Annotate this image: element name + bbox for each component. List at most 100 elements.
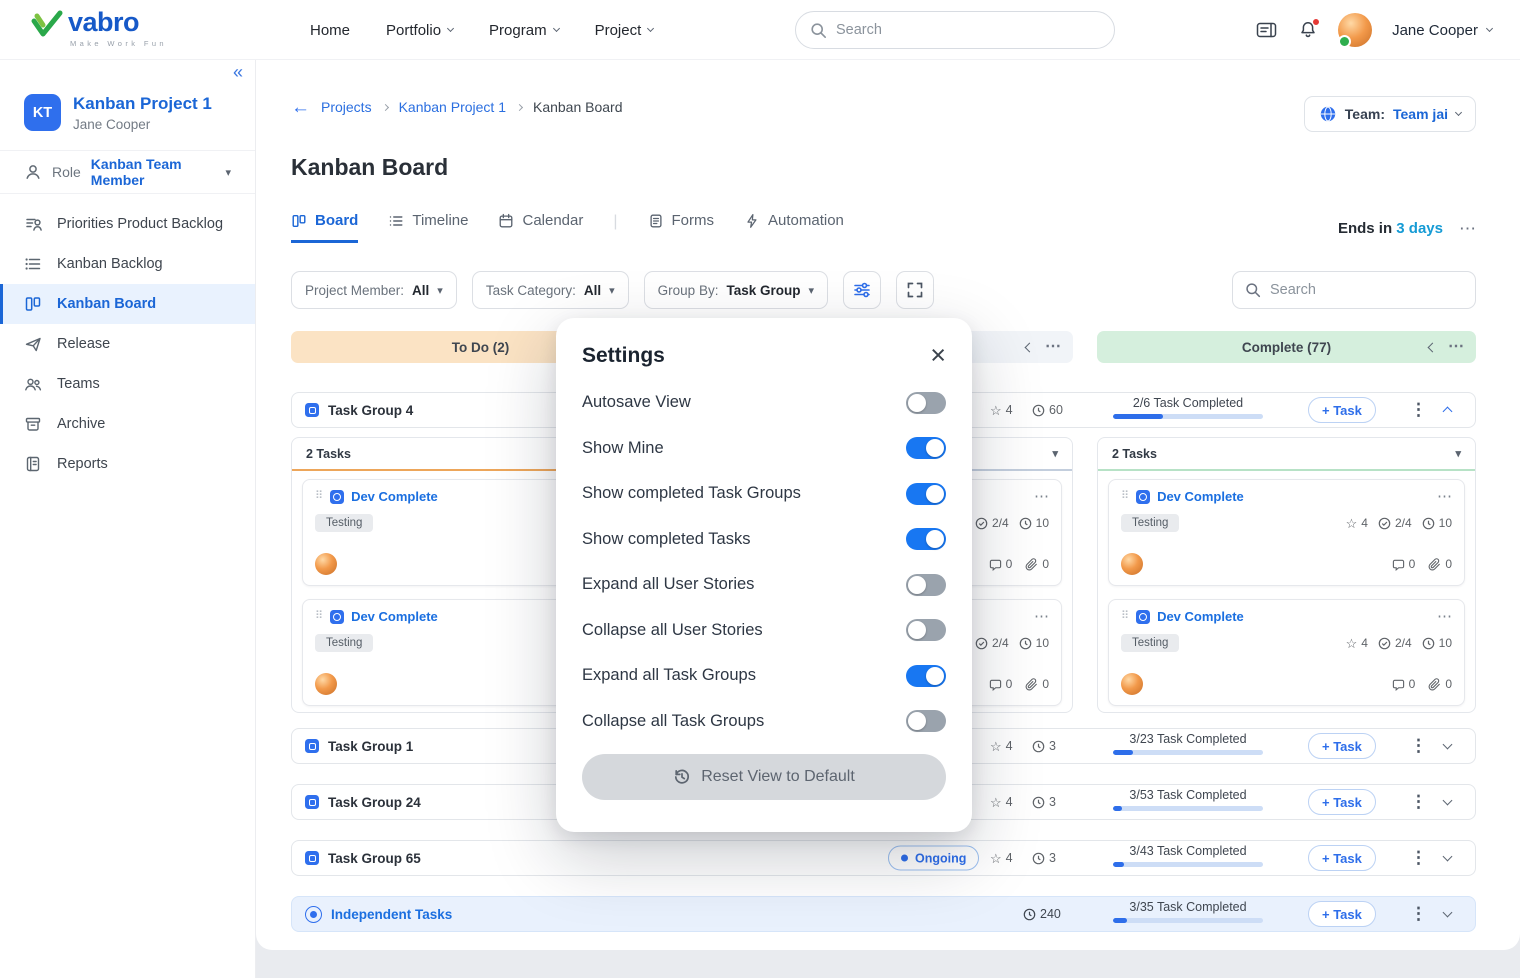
task-title-link[interactable]: Dev Complete	[351, 609, 438, 624]
group-time: 240	[1023, 907, 1061, 921]
option-autosave-view: Autosave View	[582, 380, 946, 426]
toggle-expand-all-user-stories[interactable]	[906, 574, 946, 596]
sidebar-item-archive[interactable]: Archive	[0, 404, 255, 444]
group-menu-icon[interactable]: ⋮	[1410, 400, 1427, 420]
fullscreen-button[interactable]	[896, 271, 934, 309]
toggle-show-mine[interactable]	[906, 437, 946, 459]
board-search-input[interactable]	[1270, 282, 1463, 298]
project-member-filter[interactable]: Project Member: All ▾	[291, 271, 457, 309]
tabs-divider: |	[613, 213, 617, 231]
role-selector[interactable]: Role Kanban Team Member ▾	[0, 150, 255, 194]
task-tag: Testing	[315, 634, 373, 652]
nav-project[interactable]: Project	[595, 22, 654, 39]
breadcrumb-project[interactable]: Kanban Project 1	[399, 99, 506, 115]
news-icon[interactable]	[1255, 20, 1278, 40]
add-task-button[interactable]: + Task	[1308, 845, 1376, 871]
tab-timeline[interactable]: Timeline	[388, 212, 468, 240]
global-search[interactable]	[795, 11, 1115, 49]
group-rating: ☆4	[990, 739, 1013, 753]
back-arrow-icon[interactable]: ←	[291, 98, 310, 117]
caret-down-icon[interactable]: ▾	[1455, 447, 1461, 460]
toggle-show-completed-tasks[interactable]	[906, 528, 946, 550]
group-progress: 3/53 Task Completed	[1109, 788, 1267, 811]
nav-program[interactable]: Program	[489, 22, 559, 39]
add-task-button[interactable]: + Task	[1308, 901, 1376, 927]
board-search[interactable]	[1232, 271, 1476, 309]
group-menu-icon[interactable]: ⋮	[1410, 904, 1427, 924]
sidebar-item-kanban-board[interactable]: Kanban Board	[0, 284, 255, 324]
release-icon	[24, 335, 42, 353]
option-show-mine: Show Mine	[582, 426, 946, 472]
caret-down-icon[interactable]: ▾	[1052, 447, 1058, 460]
nav-home[interactable]: Home	[310, 22, 350, 39]
task-type-icon	[1136, 610, 1150, 624]
add-task-button[interactable]: + Task	[1308, 789, 1376, 815]
group-menu-icon[interactable]: ⋮	[1410, 848, 1427, 868]
close-icon[interactable]: ×	[930, 345, 946, 367]
group-menu-icon[interactable]: ⋮	[1410, 792, 1427, 812]
breadcrumb-projects[interactable]: Projects	[321, 99, 372, 115]
project-owner: Jane Cooper	[73, 117, 212, 132]
card-menu-icon[interactable]: ⋯	[1437, 489, 1452, 504]
expand-group-icon[interactable]	[1444, 800, 1451, 804]
add-task-button[interactable]: + Task	[1308, 397, 1376, 423]
board-options-menu-icon[interactable]: ⋯	[1459, 220, 1476, 237]
task-card[interactable]: ⠿ Dev Complete ⋯ Testing ☆4 2/4 10	[1108, 599, 1465, 706]
sidebar-item-priorities-product-backlog[interactable]: Priorities Product Backlog	[0, 204, 255, 244]
tab-automation[interactable]: Automation	[744, 212, 844, 240]
column-menu-icon[interactable]: ⋯	[1448, 339, 1464, 355]
tab-forms[interactable]: Forms	[648, 212, 715, 240]
drag-handle-icon[interactable]: ⠿	[315, 611, 323, 622]
view-settings-button[interactable]	[843, 271, 881, 309]
notifications-bell-icon[interactable]	[1298, 20, 1318, 40]
collapse-column-icon[interactable]	[1428, 342, 1438, 352]
group-by-filter[interactable]: Group By: Task Group ▾	[644, 271, 828, 309]
independent-tasks-link[interactable]: Independent Tasks	[331, 907, 452, 922]
chevron-down-icon	[553, 25, 560, 32]
global-search-input[interactable]	[836, 22, 1100, 38]
group-menu-icon[interactable]: ⋮	[1410, 736, 1427, 756]
sidebar-collapse-icon[interactable]: «	[233, 62, 243, 83]
task-card[interactable]: ⠿ Dev Complete ⋯ Testing ☆4 2/4 10	[1108, 479, 1465, 586]
card-menu-icon[interactable]: ⋯	[1034, 609, 1049, 624]
drag-handle-icon[interactable]: ⠿	[315, 491, 323, 502]
vabro-logo[interactable]: vabro Make Work Fun	[30, 9, 167, 48]
card-menu-icon[interactable]: ⋯	[1437, 609, 1452, 624]
task-title-link[interactable]: Dev Complete	[1157, 489, 1244, 504]
add-task-button[interactable]: + Task	[1308, 733, 1376, 759]
task-category-filter[interactable]: Task Category: All ▾	[472, 271, 629, 309]
sidebar-item-release[interactable]: Release	[0, 324, 255, 364]
comment-icon	[989, 678, 1002, 691]
collapse-column-icon[interactable]	[1025, 342, 1035, 352]
task-title-link[interactable]: Dev Complete	[1157, 609, 1244, 624]
toggle-collapse-all-task-groups[interactable]	[906, 710, 946, 732]
column-menu-icon[interactable]: ⋯	[1045, 339, 1061, 355]
toggle-show-completed-task-groups[interactable]	[906, 483, 946, 505]
user-avatar[interactable]	[1338, 13, 1372, 47]
option-collapse-all-task-groups: Collapse all Task Groups	[582, 699, 946, 745]
sidebar-item-teams[interactable]: Teams	[0, 364, 255, 404]
sidebar-item-kanban-backlog[interactable]: Kanban Backlog	[0, 244, 255, 284]
toggle-autosave-view[interactable]	[906, 392, 946, 414]
collapse-group-icon[interactable]	[1444, 405, 1451, 415]
nav-portfolio[interactable]: Portfolio	[386, 22, 453, 39]
sidebar-item-reports[interactable]: Reports	[0, 444, 255, 484]
card-menu-icon[interactable]: ⋯	[1034, 489, 1049, 504]
logo-check-icon	[30, 9, 64, 39]
reset-view-button[interactable]: Reset View to Default	[582, 754, 946, 800]
tab-board[interactable]: Board	[291, 212, 358, 243]
team-selector[interactable]: Team: Team jai	[1304, 96, 1476, 132]
tab-calendar[interactable]: Calendar	[498, 212, 583, 240]
progress-bar	[1113, 414, 1263, 419]
drag-handle-icon[interactable]: ⠿	[1121, 491, 1129, 502]
user-menu[interactable]: Jane Cooper	[1392, 22, 1492, 39]
priorities-icon	[24, 215, 42, 233]
backlog-icon	[24, 255, 42, 273]
task-title-link[interactable]: Dev Complete	[351, 489, 438, 504]
expand-group-icon[interactable]	[1444, 744, 1451, 748]
toggle-expand-all-task-groups[interactable]	[906, 665, 946, 687]
drag-handle-icon[interactable]: ⠿	[1121, 611, 1129, 622]
toggle-collapse-all-user-stories[interactable]	[906, 619, 946, 641]
expand-group-icon[interactable]	[1444, 912, 1451, 916]
expand-group-icon[interactable]	[1444, 856, 1451, 860]
